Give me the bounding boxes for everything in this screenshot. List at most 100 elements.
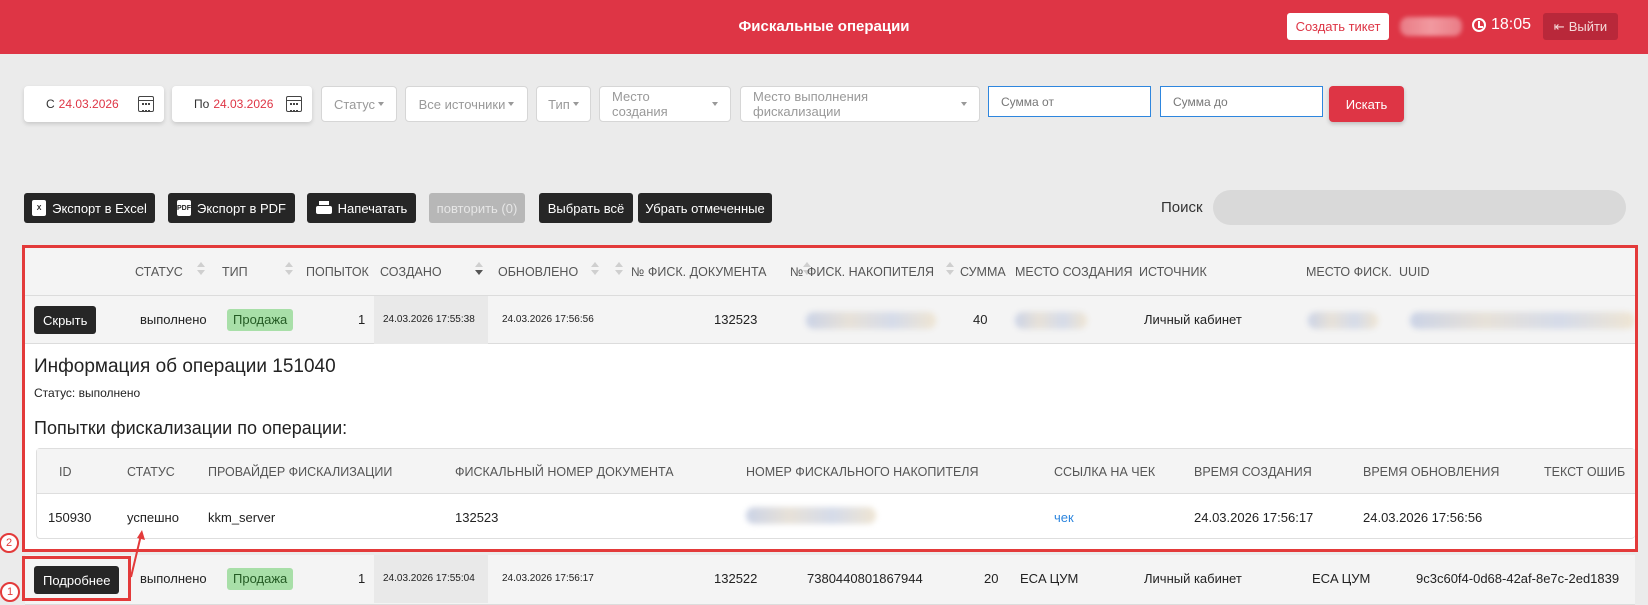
clock: 18:05 [1472,16,1531,34]
chevron-down-icon [572,102,579,106]
row-fisc-doc: 132523 [714,312,758,327]
receipt-link[interactable]: чек [1054,510,1074,525]
sort-icon[interactable] [591,262,599,276]
col-creation-place[interactable]: МЕСТО СОЗДАНИЯ [1015,265,1133,279]
row-source: Личный кабинет [1144,312,1242,327]
create-ticket-button[interactable]: Создать тикет [1287,13,1389,40]
printer-icon [315,201,332,215]
annotation-arrow [130,530,145,578]
row-status: выполнено [140,571,207,586]
select-all-button[interactable]: Выбрать всё [539,193,633,223]
row-status: выполнено [140,312,207,327]
clock-time: 18:05 [1491,16,1532,33]
date-to-value: 24.03.2026 [213,97,274,111]
sort-icon[interactable] [285,262,293,276]
attempt-updated: 24.03.2026 17:56:56 [1363,510,1483,525]
col-fisc-storage[interactable]: № ФИСК. НАКОПИТЕЛЯ [790,265,934,279]
col-fisc-doc[interactable]: № ФИСК. ДОКУМЕНТА [631,265,767,279]
attempts-title: Попытки фискализации по операции: [34,418,348,438]
clock-icon [1472,18,1486,32]
annotation-marker-2: 2 [0,533,19,553]
print-button[interactable]: Напечатать [307,193,416,223]
creation-place-blurred [1015,312,1087,329]
search-input[interactable] [1213,190,1626,225]
export-pdf-label: Экспорт в PDF [197,200,286,216]
attempts-table: ID СТАТУС ПРОВАЙДЕР ФИСКАЛИЗАЦИИ ФИСКАЛЬ… [36,448,1635,539]
attempts-col-status: СТАТУС [127,465,175,479]
attempts-col-storage-number: НОМЕР ФИСКАЛЬНОГО НАКОПИТЕЛЯ [746,465,979,479]
attempt-doc-number: 132523 [455,510,499,525]
attempt-status: успешно [127,510,179,525]
calendar-icon[interactable] [286,96,302,112]
logout-label: Выйти [1568,19,1608,34]
attempts-col-id: ID [59,465,72,479]
export-excel-label: Экспорт в Excel [52,200,147,216]
search-button[interactable]: Искать [1329,86,1404,122]
type-dropdown-label: Тип [548,96,570,112]
table-row[interactable]: Подробнее выполнено Продажа 1 24.03.2026… [25,555,1635,605]
unselect-button[interactable]: Убрать отмеченные [638,193,772,223]
chevron-down-icon [712,102,718,106]
row-fisc-place: ECA ЦУМ [1312,571,1371,586]
row-attempts: 1 [358,312,366,327]
attempt-id: 150930 [48,510,92,525]
logout-icon: ⇤ [1553,18,1565,34]
operation-detail-panel: Информация об операции 151040 Статус: вы… [25,344,1635,549]
sum-from-input[interactable] [988,86,1151,117]
sort-icon[interactable] [946,262,954,276]
calendar-icon[interactable] [138,96,154,112]
date-from-value: 24.03.2026 [58,97,119,111]
date-from-label: С [46,97,55,111]
type-dropdown[interactable]: Тип [536,86,591,122]
col-fisc-place[interactable]: МЕСТО ФИСК. [1306,265,1392,279]
logout-button[interactable]: ⇤ Выйти [1543,13,1618,40]
date-to-field[interactable]: По 24.03.2026 [172,86,312,122]
row-fisc-doc: 132522 [714,571,758,586]
export-excel-button[interactable]: X Экспорт в Excel [24,193,155,223]
row-source: Личный кабинет [1144,571,1242,586]
row-fisc-storage: 7380440801867944 [807,571,923,586]
sum-to-input[interactable] [1160,86,1323,117]
col-attempts[interactable]: ПОПЫТОК [306,265,369,279]
creation-place-dropdown[interactable]: Место создания [599,86,731,122]
col-created[interactable]: СОЗДАНО [380,265,442,279]
attempt-provider: kkm_server [208,510,276,525]
sources-dropdown[interactable]: Все источники [405,86,528,122]
date-from-field[interactable]: С 24.03.2026 [24,86,164,122]
col-uuid[interactable]: UUID [1399,265,1430,279]
chevron-down-icon [378,102,385,106]
repeat-button[interactable]: повторить (0) [429,193,525,223]
row-creation-place: ECA ЦУМ [1020,571,1079,586]
row-sum: 20 [984,571,999,586]
row-attempts: 1 [358,571,366,586]
sources-dropdown-label: Все источники [418,96,506,112]
hide-button[interactable]: Скрыть [34,306,97,334]
col-status[interactable]: СТАТУС [135,265,183,279]
fiscal-place-dropdown[interactable]: Место выполнения фискализации [740,86,980,122]
details-button[interactable]: Подробнее [34,566,120,594]
col-source[interactable]: ИСТОЧНИК [1139,265,1207,279]
row-updated: 24.03.2026 17:56:56 [502,314,594,325]
user-name-blurred [1400,17,1462,36]
attempts-col-provider: ПРОВАЙДЕР ФИСКАЛИЗАЦИИ [208,465,393,479]
sort-icon[interactable] [615,262,623,276]
print-label: Напечатать [337,200,408,216]
top-bar: Фискальные операции Создать тикет 18:05 … [0,0,1648,54]
row-sum: 40 [973,312,988,327]
sort-icon[interactable] [197,262,205,276]
excel-icon: X [32,200,47,216]
table-row[interactable]: Скрыть выполнено Продажа 1 24.03.2026 17… [25,296,1635,344]
export-pdf-button[interactable]: PDF Экспорт в PDF [168,193,295,223]
col-updated[interactable]: ОБНОВЛЕНО [498,265,578,279]
attempts-col-created: ВРЕМЯ СОЗДАНИЯ [1194,465,1312,479]
attempts-col-doc-number: ФИСКАЛЬНЫЙ НОМЕР ДОКУМЕНТА [455,465,674,479]
type-badge: Продажа [227,568,294,590]
chevron-down-icon [961,102,967,106]
attempt-created: 24.03.2026 17:56:17 [1194,510,1314,525]
col-type[interactable]: ТИП [222,265,248,279]
sort-desc-icon[interactable] [475,262,483,276]
status-dropdown[interactable]: Статус [321,86,397,122]
attempts-col-receipt-link: ССЫЛКА НА ЧЕК [1054,465,1156,479]
col-sum[interactable]: СУММА [960,265,1006,279]
date-to-label: По [194,97,210,111]
